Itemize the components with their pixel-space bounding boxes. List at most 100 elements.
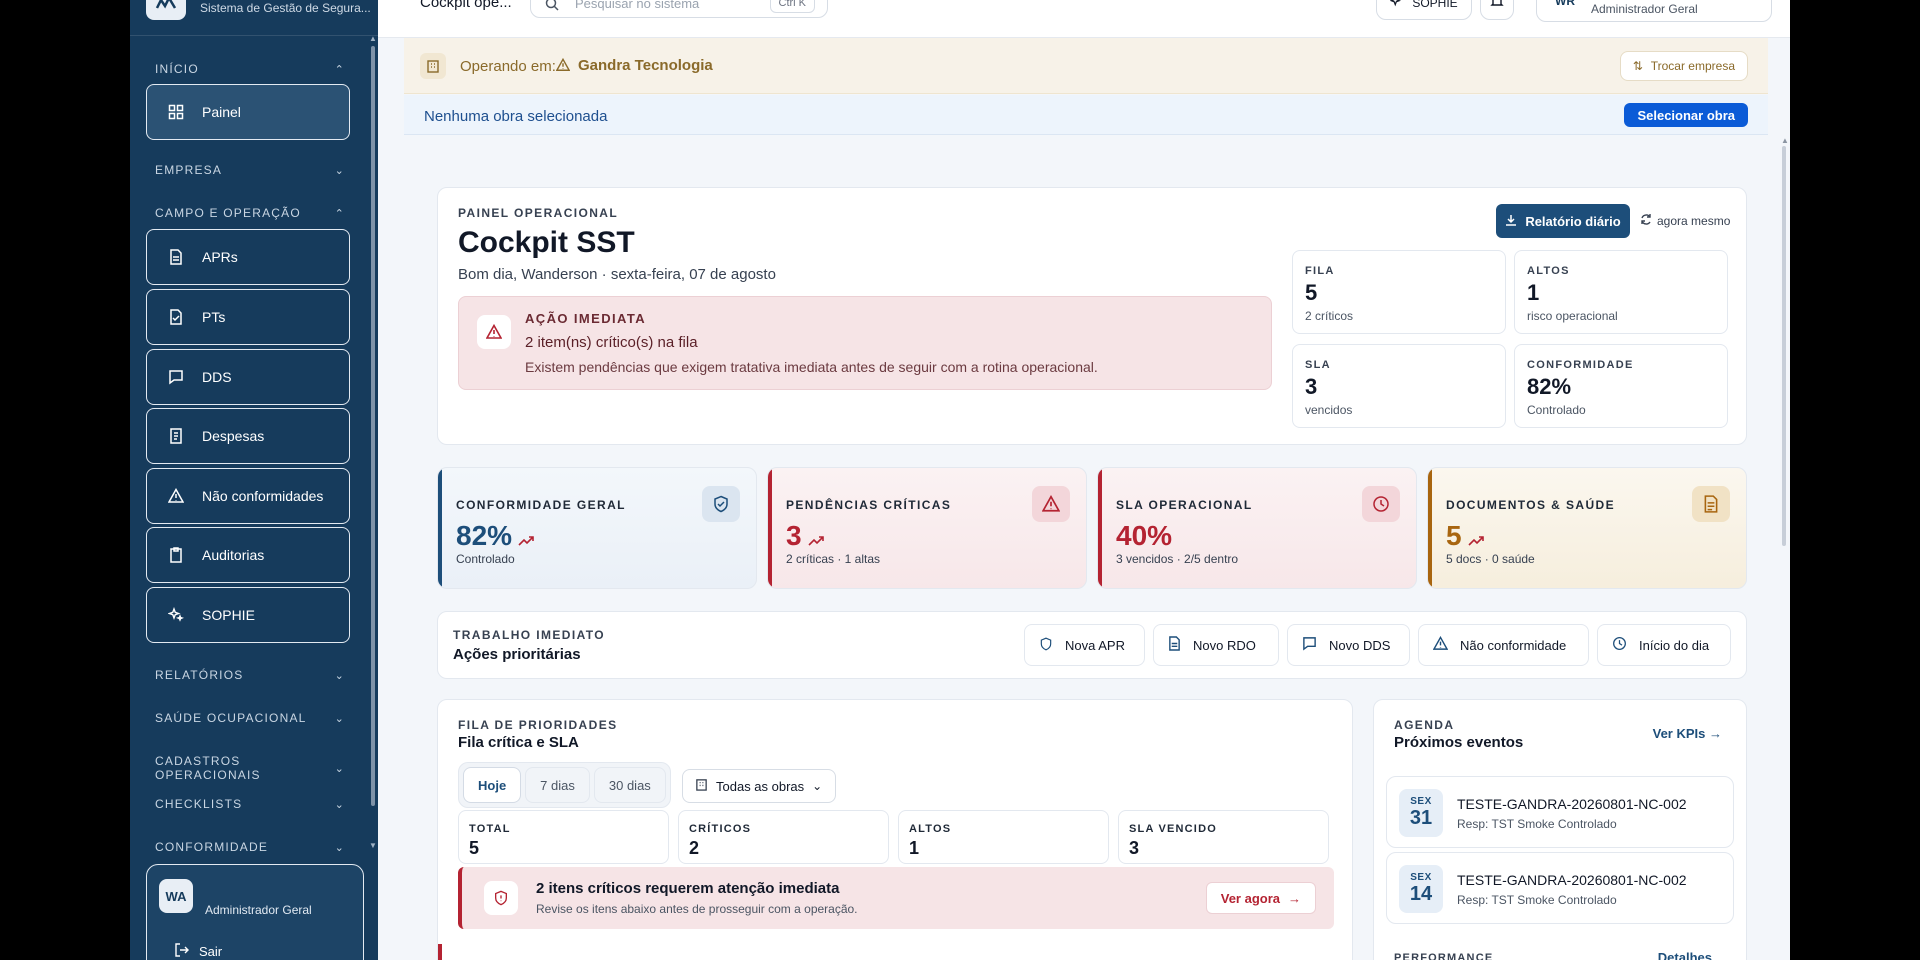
event-date: SEX 31 xyxy=(1399,789,1443,837)
document-icon xyxy=(1692,486,1730,522)
quick-actions-card: TRABALHO IMEDIATO Ações prioritárias Nov… xyxy=(437,611,1747,679)
section-inicio[interactable]: INÍCIO ⌃ xyxy=(155,62,345,76)
mini-stat-conformidade: CONFORMIDADE 82% Controlado xyxy=(1514,344,1728,428)
obra-filter-select[interactable]: Todas as obras ⌄ xyxy=(682,769,836,803)
section-empresa[interactable]: EMPRESA ⌄ xyxy=(155,163,345,177)
sidebar-scrollbar[interactable]: ▲ ▼ xyxy=(369,34,377,850)
user-role: Administrador Geral xyxy=(1591,2,1698,16)
user-menu[interactable]: WR Administrador Geral xyxy=(1536,0,1772,22)
section-campo[interactable]: CAMPO E OPERAÇÃO ⌃ xyxy=(155,206,345,220)
details-link[interactable]: Detalhes xyxy=(1658,950,1712,960)
file-check-icon xyxy=(167,308,185,326)
refresh-icon xyxy=(1640,213,1652,228)
tab-hoje[interactable]: Hoje xyxy=(463,767,522,803)
mini-stat-key: ALTOS xyxy=(1527,265,1570,277)
kpi-key: CONFORMIDADE GERAL xyxy=(456,498,626,512)
chevron-down-icon: ⌄ xyxy=(334,669,345,682)
list-item[interactable]: SEX 31 TESTE-GANDRA-20260801-NC-002 Resp… xyxy=(1386,776,1734,848)
novo-dds-button[interactable]: Novo DDS xyxy=(1287,624,1410,666)
sophie-button[interactable]: SOPHIE xyxy=(1376,0,1472,20)
hero-title: Cockpit SST xyxy=(458,226,635,259)
avatar[interactable]: WA xyxy=(159,879,193,913)
sidebar-item-auditorias[interactable]: Auditorias xyxy=(146,527,350,583)
hero-card: PAINEL OPERACIONAL Cockpit SST Bom dia, … xyxy=(437,187,1747,445)
sidebar-item-despesas[interactable]: Despesas xyxy=(146,408,350,464)
section-cadastros[interactable]: CADASTROS OPERACIONAIS ⌄ xyxy=(155,754,345,782)
sparkles-icon xyxy=(1389,0,1404,12)
sidebar-brand: Sistema de Gestão de Segura... xyxy=(130,0,378,36)
daily-report-button[interactable]: Relatório diário xyxy=(1496,204,1630,238)
main-scrollbar[interactable]: ▲ xyxy=(1780,136,1789,960)
section-checklists[interactable]: CHECKLISTS ⌄ xyxy=(155,797,345,811)
stat-value: 1 xyxy=(909,838,920,858)
sidebar-item-painel[interactable]: Painel xyxy=(146,84,350,140)
sidebar-item-sophie[interactable]: SOPHIE xyxy=(146,587,350,643)
clipboard-icon xyxy=(167,546,185,564)
main-scroll-thumb[interactable] xyxy=(1782,146,1786,546)
nao-conformidade-button[interactable]: Não conformidade xyxy=(1418,624,1589,666)
tab-30-dias[interactable]: 30 dias xyxy=(593,767,666,803)
sophie-label: SOPHIE xyxy=(1412,0,1458,10)
sidebar-item-aprs[interactable]: APRs xyxy=(146,229,350,285)
mini-stat-desc: vencidos xyxy=(1305,403,1353,417)
agenda-title: Próximos eventos xyxy=(1394,734,1524,751)
search-input[interactable]: Pesquisar no sistema Ctrl K xyxy=(530,0,828,18)
dashboard-icon xyxy=(167,103,185,121)
refresh-label: agora mesmo xyxy=(1657,213,1731,228)
warning-icon xyxy=(167,487,185,505)
list-item[interactable]: SEX 14 TESTE-GANDRA-20260801-NC-002 Resp… xyxy=(1386,852,1734,924)
event-name: TESTE-GANDRA-20260801-NC-002 xyxy=(1457,872,1687,888)
novo-rdo-button[interactable]: Novo RDO xyxy=(1153,624,1279,666)
notifications-button[interactable] xyxy=(1480,0,1514,20)
nova-apr-button[interactable]: Nova APR xyxy=(1024,624,1145,666)
avatar: WR xyxy=(1555,0,1575,8)
inicio-do-dia-button[interactable]: Início do dia xyxy=(1597,624,1731,666)
kpi-card-conformidade[interactable]: CONFORMIDADE GERAL 82% Controlado xyxy=(437,467,757,589)
chevron-up-icon: ⌃ xyxy=(334,63,345,76)
sparkles-icon xyxy=(167,606,185,624)
shortcut-label: Ctrl K xyxy=(778,0,807,9)
sidebar-item-dds[interactable]: DDS xyxy=(146,349,350,405)
scroll-up-icon[interactable]: ▲ xyxy=(1781,136,1789,145)
queue-item-accent xyxy=(438,944,442,960)
stat-total: TOTAL 5 xyxy=(458,810,669,864)
kpi-accent-bar xyxy=(438,468,442,588)
section-label: CAMPO E OPERAÇÃO xyxy=(155,206,301,220)
section-label: EMPRESA xyxy=(155,163,223,177)
select-obra-button[interactable]: Selecionar obra xyxy=(1624,103,1748,127)
sidebar: Sistema de Gestão de Segura... ▲ ▼ INÍCI… xyxy=(130,0,378,960)
sidebar-scroll-thumb[interactable] xyxy=(371,46,375,806)
queue-title: Fila crítica e SLA xyxy=(458,734,579,751)
message-icon xyxy=(1302,636,1317,654)
chevron-down-icon: ⌄ xyxy=(334,164,345,177)
section-relatorios[interactable]: RELATÓRIOS ⌄ xyxy=(155,668,345,682)
stat-key: SLA VENCIDO xyxy=(1129,823,1217,835)
kpi-card-pendencias[interactable]: PENDÊNCIAS CRÍTICAS 3 2 críticas · 1 alt… xyxy=(767,467,1087,589)
sidebar-item-pts[interactable]: PTs xyxy=(146,289,350,345)
scroll-down-icon[interactable]: ▼ xyxy=(369,841,377,850)
section-saude[interactable]: SAÚDE OCUPACIONAL ⌄ xyxy=(155,711,345,725)
clock-icon xyxy=(1362,486,1400,522)
logout-button[interactable]: Sair xyxy=(175,943,222,960)
sidebar-item-label: APRs xyxy=(202,249,238,265)
stat-criticos: CRÍTICOS 2 xyxy=(678,810,889,864)
tab-7-dias[interactable]: 7 dias xyxy=(525,767,590,803)
kpi-card-documentos[interactable]: DOCUMENTOS & SAÚDE 5 5 docs · 0 saúde xyxy=(1427,467,1747,589)
ver-agora-button[interactable]: Ver agora → xyxy=(1205,882,1316,914)
filter-label: Todas as obras xyxy=(716,778,805,794)
refresh-button[interactable]: agora mesmo xyxy=(1640,213,1730,228)
sidebar-item-label: Painel xyxy=(202,104,241,120)
ver-kpis-link[interactable]: Ver KPIs → xyxy=(1653,726,1722,741)
logout-label: Sair xyxy=(199,944,223,959)
kpi-card-sla[interactable]: SLA OPERACIONAL 40% 3 vencidos · 2/5 den… xyxy=(1097,467,1417,589)
kpi-accent-bar xyxy=(768,468,772,588)
mini-stat-desc: Controlado xyxy=(1527,403,1586,417)
mini-stat-key: SLA xyxy=(1305,359,1331,371)
switch-company-button[interactable]: ⇅ Trocar empresa xyxy=(1619,51,1748,81)
stat-value: 2 xyxy=(689,838,700,858)
section-conformidade[interactable]: CONFORMIDADE ⌄ xyxy=(155,840,345,854)
sidebar-item-nao-conformidades[interactable]: Não conformidades xyxy=(146,468,350,524)
event-weekday: SEX xyxy=(1410,872,1432,883)
stat-altos: ALTOS 1 xyxy=(898,810,1109,864)
scroll-up-icon[interactable]: ▲ xyxy=(369,34,377,43)
